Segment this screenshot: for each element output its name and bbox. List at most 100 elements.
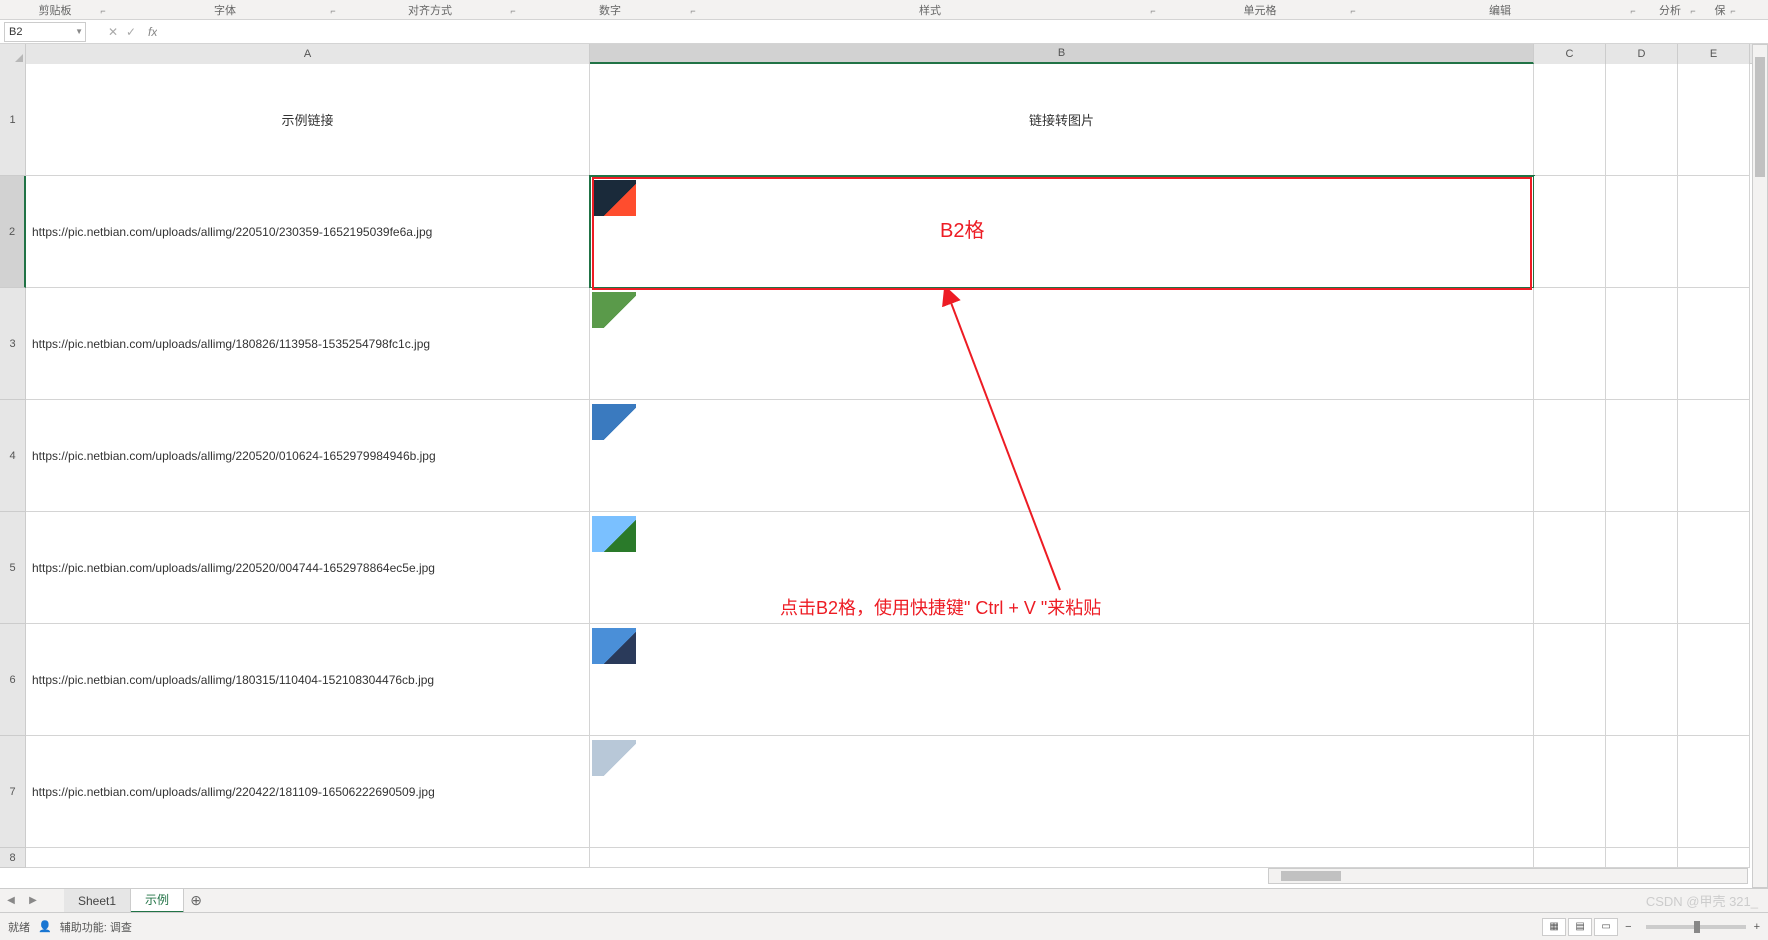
- cell-C7[interactable]: [1534, 736, 1606, 848]
- col-header-D[interactable]: D: [1606, 44, 1678, 64]
- status-ready: 就绪: [8, 919, 30, 935]
- cell-A5[interactable]: https://pic.netbian.com/uploads/allimg/2…: [26, 512, 590, 624]
- cell-C6[interactable]: [1534, 624, 1606, 736]
- image-thumbnail[interactable]: [592, 628, 636, 664]
- cell-D2[interactable]: [1606, 176, 1678, 288]
- ribbon-group-保[interactable]: 保⌐: [1700, 2, 1740, 18]
- view-page-break-icon[interactable]: ▭: [1594, 918, 1618, 936]
- ribbon-group-数字[interactable]: 数字⌐: [520, 2, 700, 18]
- formula-input[interactable]: [157, 22, 1768, 42]
- status-bar: 就绪 👤 辅助功能: 调查 ▦ ▤ ▭ − +: [0, 912, 1768, 940]
- column-headers: ABCDE: [0, 44, 1768, 64]
- formula-bar: B2 ▼ ✕ ✓ fx: [0, 20, 1768, 44]
- cell-C8[interactable]: [1534, 848, 1606, 868]
- spreadsheet-grid: ABCDE 12345678 示例链接链接转图片https://pic.netb…: [0, 44, 1768, 880]
- row-header-6[interactable]: 6: [0, 624, 26, 736]
- cell-A4[interactable]: https://pic.netbian.com/uploads/allimg/2…: [26, 400, 590, 512]
- cell-C2[interactable]: [1534, 176, 1606, 288]
- cell-E3[interactable]: [1678, 288, 1750, 400]
- cell-B6[interactable]: [590, 624, 1534, 736]
- cell-A2[interactable]: https://pic.netbian.com/uploads/allimg/2…: [26, 176, 590, 288]
- name-box-value: B2: [9, 26, 22, 38]
- select-all-corner[interactable]: [0, 44, 26, 64]
- cell-D4[interactable]: [1606, 400, 1678, 512]
- row-header-2[interactable]: 2: [0, 176, 26, 288]
- cell-B1[interactable]: 链接转图片: [590, 64, 1534, 176]
- zoom-minus-icon[interactable]: −: [1625, 921, 1631, 933]
- image-thumbnail[interactable]: [592, 516, 636, 552]
- image-thumbnail[interactable]: [592, 740, 636, 776]
- cell-D6[interactable]: [1606, 624, 1678, 736]
- ribbon-group-样式[interactable]: 样式⌐: [700, 2, 1160, 18]
- row-header-1[interactable]: 1: [0, 64, 26, 176]
- cell-E7[interactable]: [1678, 736, 1750, 848]
- row-header-8[interactable]: 8: [0, 848, 26, 868]
- cell-C1[interactable]: [1534, 64, 1606, 176]
- cell-C4[interactable]: [1534, 400, 1606, 512]
- cell-D1[interactable]: [1606, 64, 1678, 176]
- name-box[interactable]: B2 ▼: [4, 22, 86, 42]
- ribbon-group-单元格[interactable]: 单元格⌐: [1160, 2, 1360, 18]
- watermark: CSDN @甲壳 321_: [1646, 891, 1758, 910]
- view-page-layout-icon[interactable]: ▤: [1568, 918, 1592, 936]
- cell-E5[interactable]: [1678, 512, 1750, 624]
- image-thumbnail[interactable]: [592, 404, 636, 440]
- ribbon-group-剪贴板[interactable]: 剪贴板⌐: [0, 2, 110, 18]
- cell-B8[interactable]: [590, 848, 1534, 868]
- cell-E4[interactable]: [1678, 400, 1750, 512]
- row-header-5[interactable]: 5: [0, 512, 26, 624]
- status-a11y: 辅助功能: 调查: [60, 919, 132, 935]
- ribbon-group-分析[interactable]: 分析⌐: [1640, 2, 1700, 18]
- row-header-4[interactable]: 4: [0, 400, 26, 512]
- cell-C3[interactable]: [1534, 288, 1606, 400]
- col-header-C[interactable]: C: [1534, 44, 1606, 64]
- name-box-dropdown-icon[interactable]: ▼: [75, 27, 83, 36]
- image-thumbnail[interactable]: [592, 180, 636, 216]
- add-sheet-button[interactable]: ⊕: [184, 892, 208, 909]
- sheet-tab-bar: ◀ ▶ Sheet1 示例 ⊕: [0, 888, 1768, 912]
- zoom-plus-icon[interactable]: +: [1754, 921, 1760, 933]
- cell-D8[interactable]: [1606, 848, 1678, 868]
- cell-E8[interactable]: [1678, 848, 1750, 868]
- cell-B7[interactable]: [590, 736, 1534, 848]
- cancel-formula-icon[interactable]: ✕: [104, 23, 122, 41]
- cell-A3[interactable]: https://pic.netbian.com/uploads/allimg/1…: [26, 288, 590, 400]
- cells-area[interactable]: 示例链接链接转图片https://pic.netbian.com/uploads…: [26, 64, 1750, 868]
- view-normal-icon[interactable]: ▦: [1542, 918, 1566, 936]
- sheet-tab-active[interactable]: 示例: [131, 889, 184, 913]
- ribbon-group-编辑[interactable]: 编辑⌐: [1360, 2, 1640, 18]
- cell-A8[interactable]: [26, 848, 590, 868]
- ribbon-group-字体[interactable]: 字体⌐: [110, 2, 340, 18]
- tab-nav-next-icon[interactable]: ▶: [24, 892, 42, 910]
- cell-A7[interactable]: https://pic.netbian.com/uploads/allimg/2…: [26, 736, 590, 848]
- horizontal-scrollbar[interactable]: [1268, 868, 1748, 884]
- enter-formula-icon[interactable]: ✓: [122, 23, 140, 41]
- cell-B2[interactable]: [590, 176, 1534, 288]
- ribbon-groups: 剪贴板⌐字体⌐对齐方式⌐数字⌐样式⌐单元格⌐编辑⌐分析⌐保⌐: [0, 0, 1768, 20]
- cell-E6[interactable]: [1678, 624, 1750, 736]
- col-header-E[interactable]: E: [1678, 44, 1750, 64]
- cell-B3[interactable]: [590, 288, 1534, 400]
- cell-A1[interactable]: 示例链接: [26, 64, 590, 176]
- cell-B5[interactable]: [590, 512, 1534, 624]
- cell-A6[interactable]: https://pic.netbian.com/uploads/allimg/1…: [26, 624, 590, 736]
- cell-B4[interactable]: [590, 400, 1534, 512]
- cell-E1[interactable]: [1678, 64, 1750, 176]
- row-header-7[interactable]: 7: [0, 736, 26, 848]
- zoom-slider[interactable]: [1646, 925, 1746, 929]
- image-thumbnail[interactable]: [592, 292, 636, 328]
- cell-D5[interactable]: [1606, 512, 1678, 624]
- col-header-B[interactable]: B: [590, 44, 1534, 64]
- cell-E2[interactable]: [1678, 176, 1750, 288]
- row-header-3[interactable]: 3: [0, 288, 26, 400]
- sheet-tab-sheet1[interactable]: Sheet1: [64, 889, 131, 913]
- vertical-scrollbar[interactable]: [1752, 44, 1768, 888]
- cell-C5[interactable]: [1534, 512, 1606, 624]
- fx-icon[interactable]: fx: [148, 25, 157, 39]
- ribbon-group-对齐方式[interactable]: 对齐方式⌐: [340, 2, 520, 18]
- cell-D3[interactable]: [1606, 288, 1678, 400]
- tab-nav-prev-icon[interactable]: ◀: [2, 892, 20, 910]
- cell-D7[interactable]: [1606, 736, 1678, 848]
- accessibility-icon[interactable]: 👤: [38, 920, 52, 933]
- col-header-A[interactable]: A: [26, 44, 590, 64]
